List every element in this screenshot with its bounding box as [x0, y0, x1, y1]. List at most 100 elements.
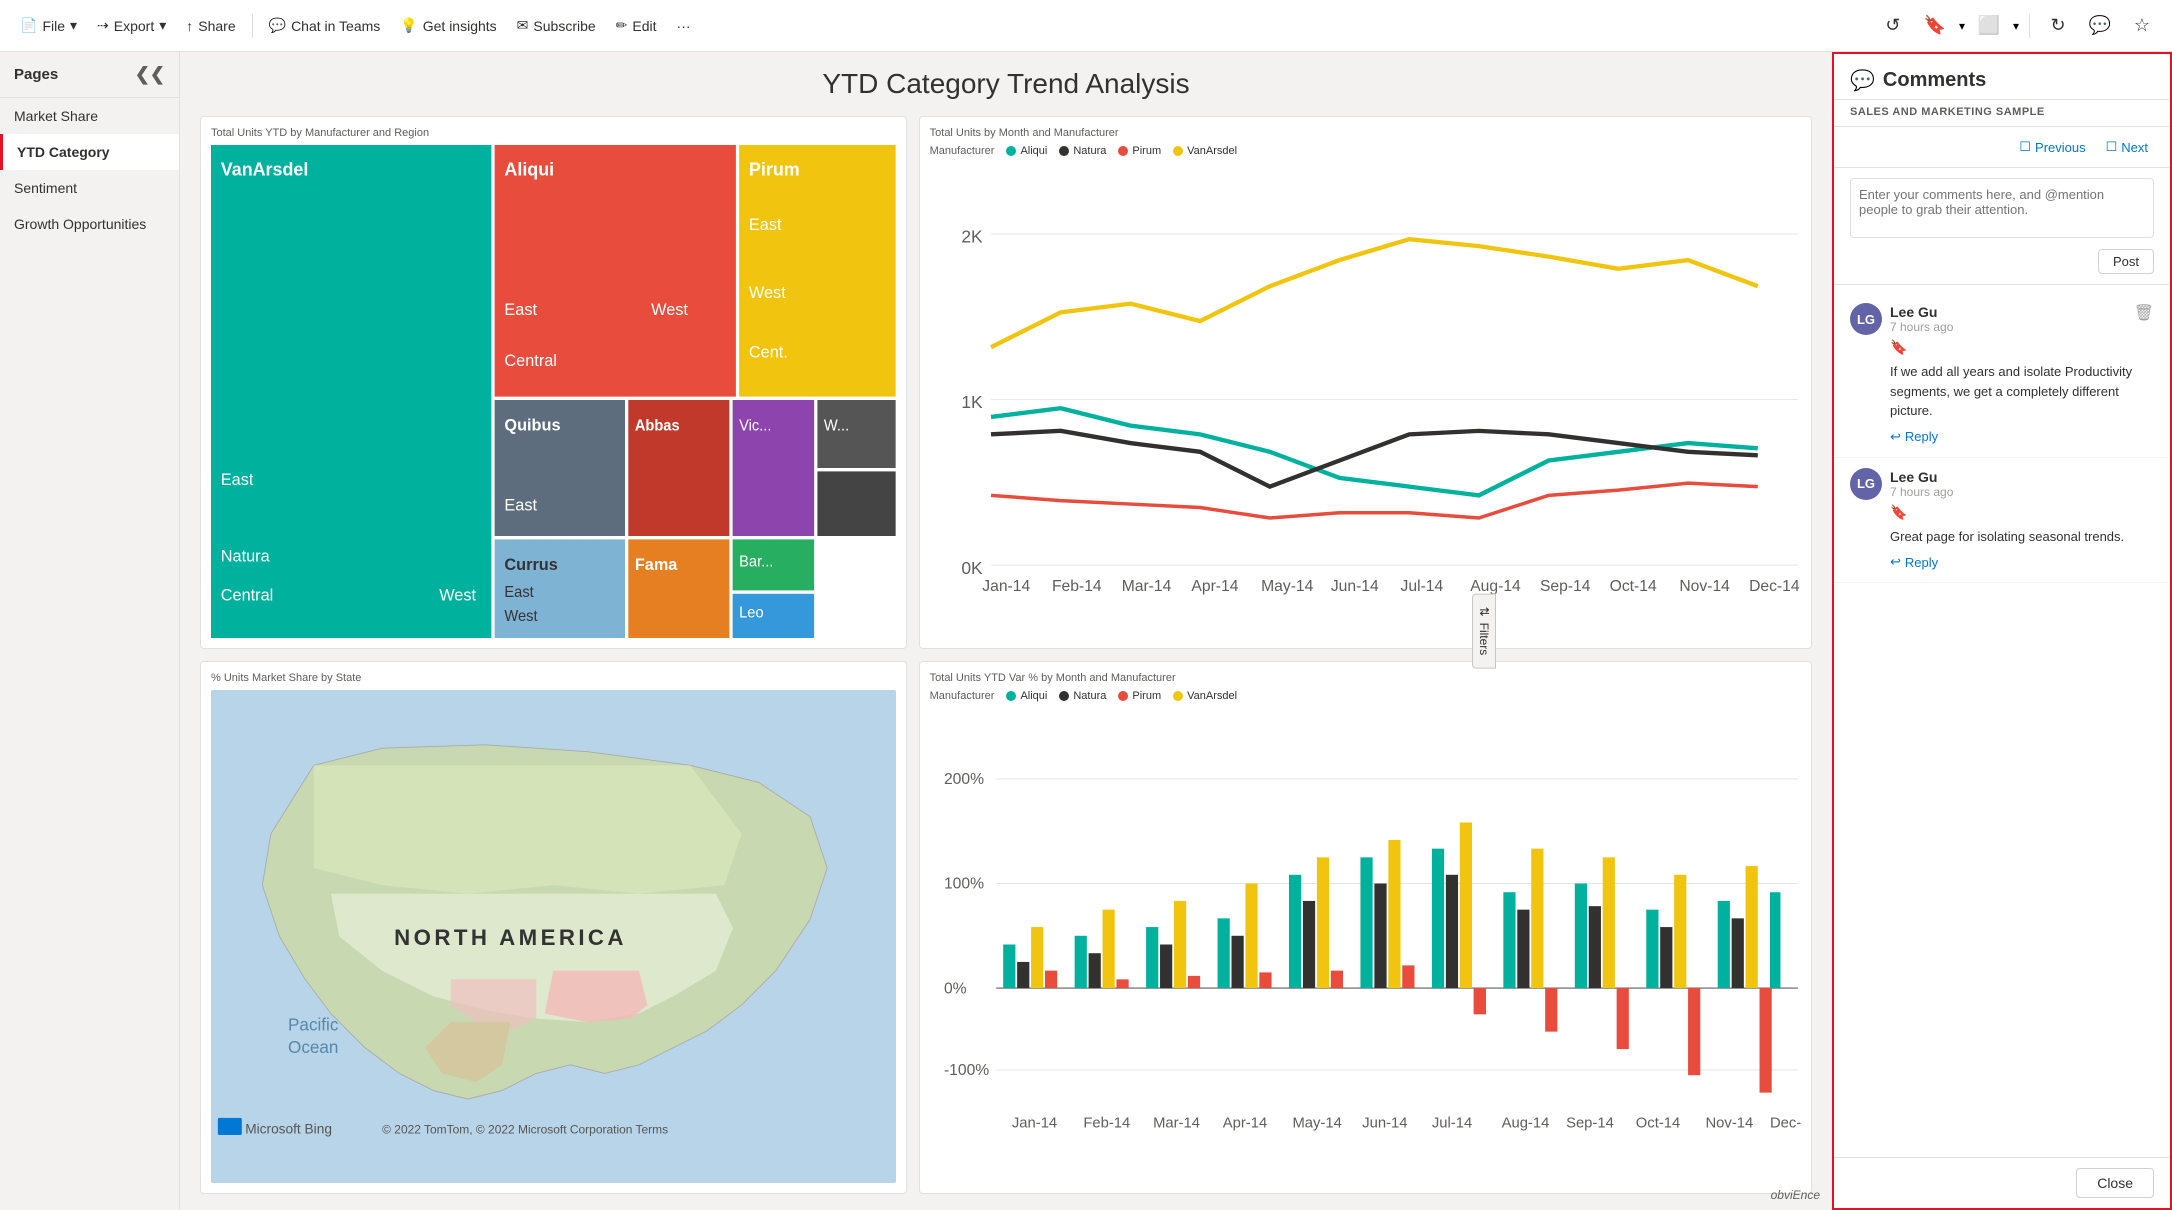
comment-textarea[interactable]	[1850, 178, 2154, 238]
treemap-body: VanArsdel East Central West Aliqui East …	[211, 145, 896, 638]
comment-delete-button-1[interactable]: 🗑	[2134, 303, 2154, 323]
layout-button[interactable]: ⬜	[1971, 8, 2007, 44]
treemap-svg: VanArsdel East Central West Aliqui East …	[211, 145, 896, 638]
svg-text:May-14: May-14	[1292, 1115, 1341, 1131]
line-chart-panel[interactable]: Total Units by Month and Manufacturer Ma…	[919, 116, 1812, 649]
svg-text:East: East	[504, 584, 534, 601]
filters-icon: ⇅	[1477, 607, 1491, 617]
comment-item-2: LG Lee Gu 7 hours ago 🔖 Great page for i…	[1834, 458, 2170, 584]
file-chevron-icon: ▾	[70, 17, 77, 34]
treemap-panel[interactable]: Total Units YTD by Manufacturer and Regi…	[200, 116, 907, 649]
map-body: NORTH AMERICA Pacific Ocean Microsoft Bi…	[211, 690, 896, 1183]
bar-legend-aliqui: Aliqui	[1006, 690, 1047, 702]
svg-text:Natura: Natura	[221, 546, 271, 565]
share-button[interactable]: ↑ Share	[178, 14, 243, 38]
page-content: YTD Category Trend Analysis Total Units …	[180, 52, 1832, 1210]
comments-icon: 💬	[1850, 68, 1875, 93]
bar-chart-legend: Manufacturer Aliqui Natura Pirum	[930, 690, 1801, 702]
sidebar: Pages ❮❮ Market Share YTD Category Senti…	[0, 52, 180, 1210]
bar-chart-svg: 200% 100% 0% -100%	[930, 706, 1801, 1183]
watermark: obviEnce	[1771, 1188, 1820, 1202]
svg-text:100%: 100%	[944, 876, 984, 893]
svg-text:East: East	[504, 495, 537, 514]
legend-pirum: Pirum	[1118, 145, 1161, 157]
map-panel[interactable]: % Units Market Share by State	[200, 661, 907, 1194]
svg-text:East: East	[504, 300, 537, 319]
line-chart-title: Total Units by Month and Manufacturer	[930, 127, 1801, 139]
comment-actions-1: 🗑	[2134, 303, 2154, 323]
svg-text:Abbas: Abbas	[635, 417, 680, 434]
svg-text:Leo: Leo	[739, 604, 763, 621]
undo-button[interactable]: ↺	[1875, 8, 1911, 44]
chat-in-teams-button[interactable]: 💬 Chat in Teams	[261, 13, 389, 38]
refresh-button[interactable]: ↻	[2040, 8, 2076, 44]
bar-chart-panel[interactable]: Total Units YTD Var % by Month and Manuf…	[919, 661, 1812, 1194]
svg-text:Aliqui: Aliqui	[504, 158, 554, 179]
comment-meta-2: Lee Gu 7 hours ago	[1890, 469, 1953, 499]
svg-text:1K: 1K	[961, 392, 983, 412]
charts-top-row: Total Units YTD by Manufacturer and Regi…	[200, 116, 1812, 649]
svg-text:West: West	[439, 585, 476, 604]
sidebar-item-ytd-category[interactable]: YTD Category	[0, 134, 179, 170]
comments-footer: Close	[1834, 1157, 2170, 1208]
svg-text:Jan-14: Jan-14	[1012, 1115, 1057, 1131]
svg-text:0K: 0K	[961, 558, 983, 578]
bookmark-chevron-icon[interactable]: ▾	[1959, 19, 1965, 33]
reply-button-1[interactable]: ↩ Reply	[1890, 427, 2154, 447]
svg-text:Jul-14: Jul-14	[1432, 1115, 1472, 1131]
comment-author-info-1: LG Lee Gu 7 hours ago	[1850, 303, 1953, 335]
post-button[interactable]: Post	[2098, 249, 2154, 274]
comments-subtitle: SALES AND MARKETING SAMPLE	[1834, 100, 2170, 127]
filters-tab[interactable]: ⇅ Filters	[1472, 594, 1496, 669]
svg-text:Pirum: Pirum	[749, 158, 800, 179]
charts-bottom-row: % Units Market Share by State	[200, 661, 1812, 1194]
svg-text:Central: Central	[504, 351, 557, 370]
legend-aliqui: Aliqui	[1006, 145, 1047, 157]
comment-input-area: Post	[1834, 168, 2170, 285]
svg-text:NORTH AMERICA: NORTH AMERICA	[394, 925, 627, 950]
svg-text:Cent.: Cent.	[749, 342, 788, 361]
page-title: YTD Category Trend Analysis	[200, 68, 1812, 100]
toolbar: 📄 File ▾ ⇢ Export ▾ ↑ Share 💬 Chat in Te…	[0, 0, 2172, 52]
comment-button[interactable]: 💬	[2082, 8, 2118, 44]
svg-text:May-14: May-14	[1261, 578, 1314, 595]
svg-text:Dec-14: Dec-14	[1770, 1115, 1801, 1131]
comment-post-row: Post	[1850, 249, 2154, 274]
export-icon: ⇢	[97, 17, 109, 34]
comments-nav: ☐ Previous ☐ Next	[1834, 127, 2170, 168]
insights-icon: 💡	[400, 17, 417, 34]
edit-button[interactable]: ✏ Edit	[608, 13, 665, 38]
sidebar-collapse-button[interactable]: ❮❮	[135, 64, 165, 85]
reply-button-2[interactable]: ↩ Reply	[1890, 552, 2154, 572]
svg-text:Quibus: Quibus	[504, 415, 560, 434]
reply-icon-1: ↩	[1890, 429, 1901, 445]
get-insights-button[interactable]: 💡 Get insights	[392, 13, 504, 38]
svg-text:VanArsdel: VanArsdel	[221, 158, 309, 179]
comments-panel: 💬 Comments SALES AND MARKETING SAMPLE ☐ …	[1832, 52, 2172, 1210]
more-button[interactable]: ···	[669, 14, 699, 38]
file-menu[interactable]: 📄 File ▾	[12, 13, 85, 38]
sidebar-item-sentiment[interactable]: Sentiment	[0, 170, 179, 206]
svg-text:Currus: Currus	[504, 555, 557, 574]
svg-text:Jul-14: Jul-14	[1400, 578, 1443, 595]
close-button[interactable]: Close	[2076, 1168, 2154, 1198]
svg-text:West: West	[504, 608, 538, 625]
comment-header-row-1: LG Lee Gu 7 hours ago 🗑	[1850, 303, 2154, 335]
previous-button[interactable]: ☐ Previous	[2013, 135, 2091, 159]
sidebar-item-growth-opportunities[interactable]: Growth Opportunities	[0, 206, 179, 242]
export-menu[interactable]: ⇢ Export ▾	[89, 13, 174, 38]
comment-bookmark-2[interactable]: 🔖	[1890, 504, 2154, 521]
comment-bookmark-1[interactable]: 🔖	[1890, 339, 2154, 356]
subscribe-button[interactable]: ✉ Subscribe	[509, 13, 604, 38]
next-button[interactable]: ☐ Next	[2100, 135, 2154, 159]
avatar-2: LG	[1850, 468, 1882, 500]
comments-list: LG Lee Gu 7 hours ago 🗑 🔖 If we add all …	[1834, 285, 2170, 1157]
next-icon: ☐	[2106, 139, 2118, 155]
toolbar-right: ↺ 🔖 ▾ ⬜ ▾ ↻ 💬 ☆	[1875, 8, 2160, 44]
line-chart-legend: Manufacturer Aliqui Natura Pirum	[930, 145, 1801, 157]
sidebar-item-market-share[interactable]: Market Share	[0, 98, 179, 134]
bookmark-button[interactable]: 🔖	[1917, 8, 1953, 44]
layout-chevron-icon[interactable]: ▾	[2013, 19, 2019, 33]
favorite-button[interactable]: ☆	[2124, 8, 2160, 44]
svg-text:Microsoft Bing: Microsoft Bing	[245, 1121, 332, 1136]
